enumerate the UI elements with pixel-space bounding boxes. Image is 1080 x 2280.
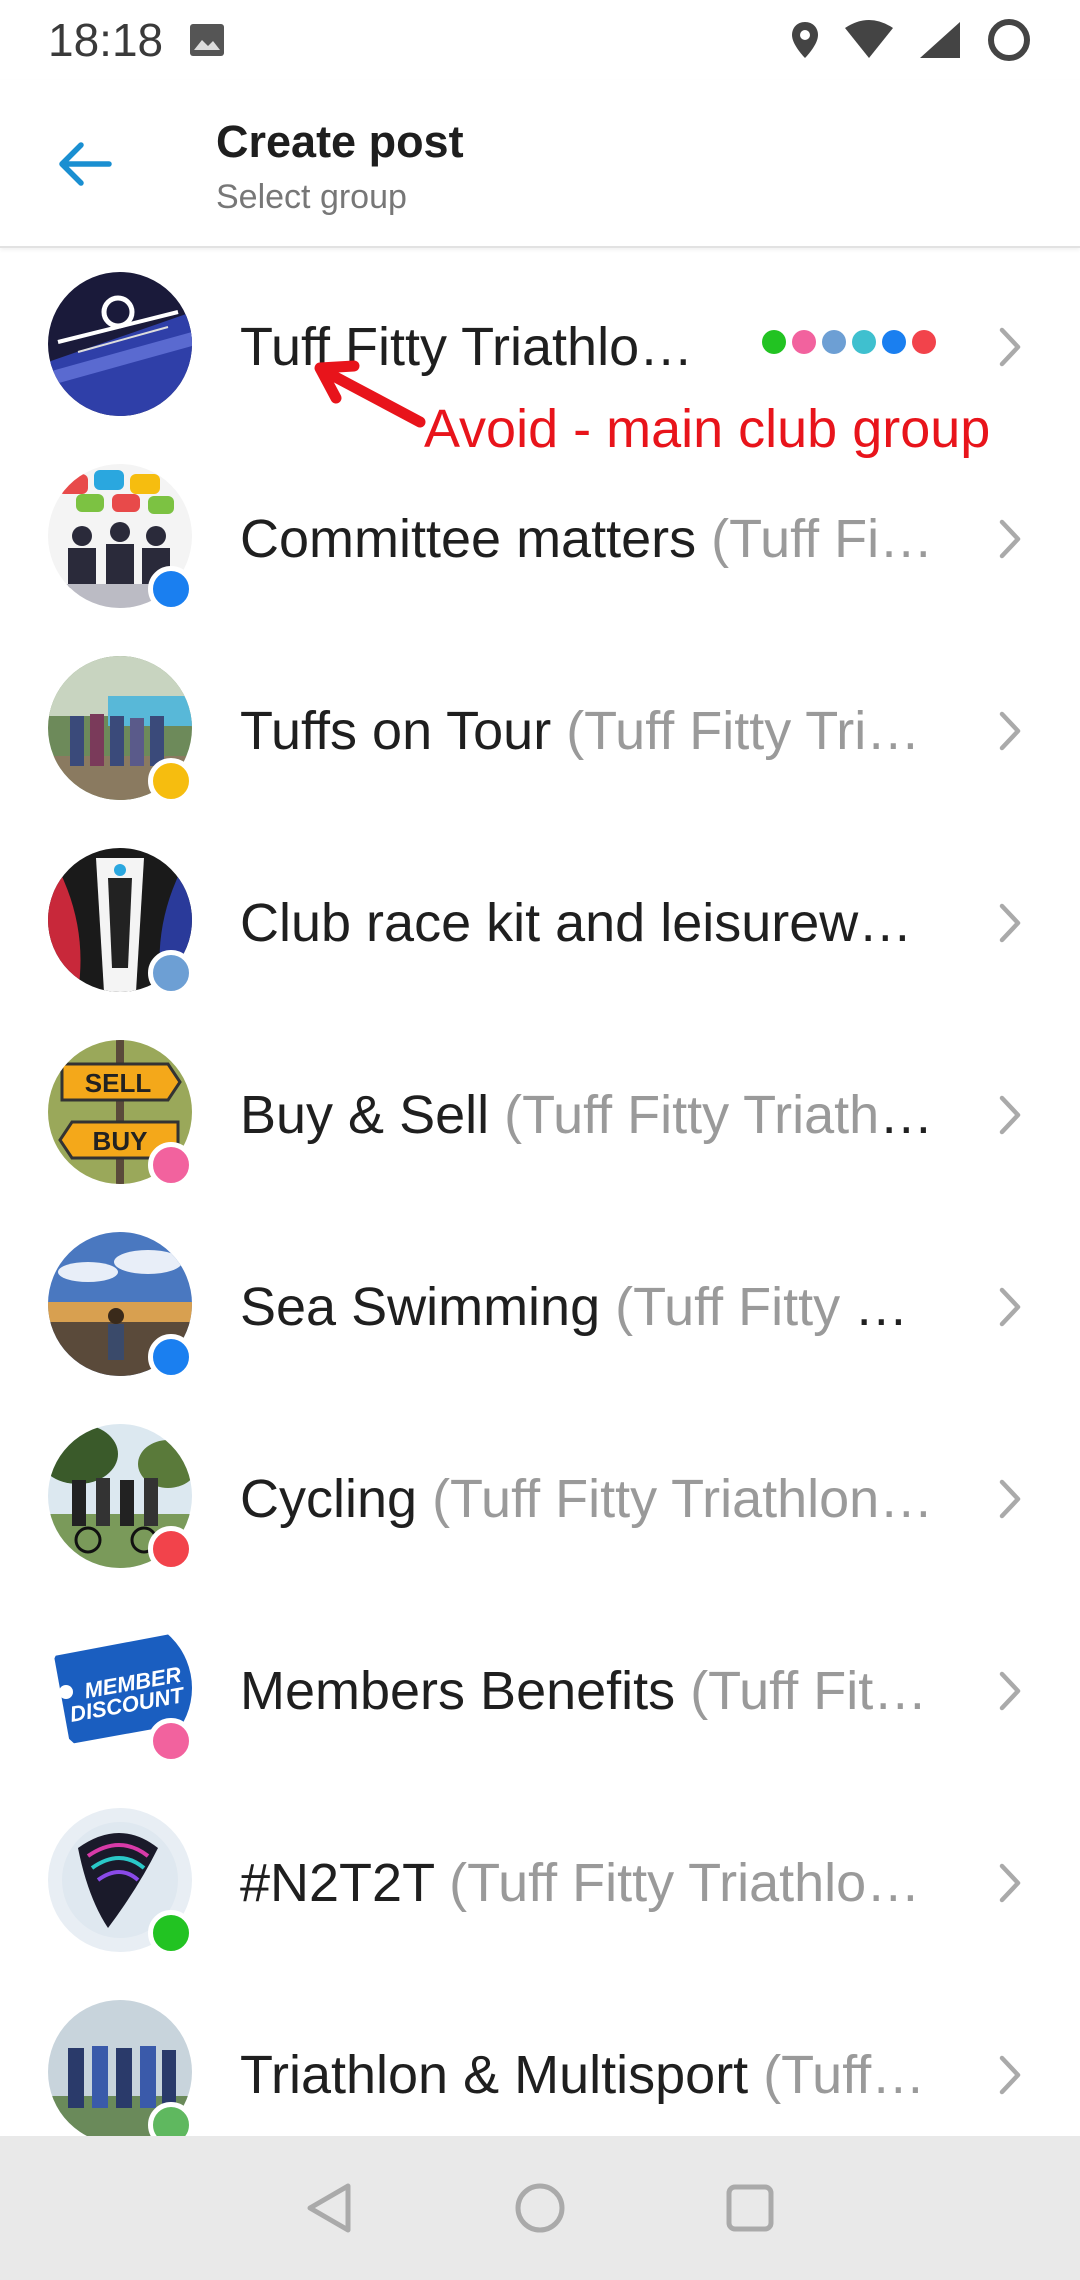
indicator-dot bbox=[792, 330, 816, 354]
group-parent: (Tuff Fitty Tri… bbox=[566, 701, 921, 761]
chevron-right-icon bbox=[999, 327, 1021, 367]
status-time: 18:18 bbox=[48, 14, 164, 66]
group-parent: (Tuff Fitty Triathlon… bbox=[432, 1469, 934, 1529]
group-avatar bbox=[48, 1232, 194, 1380]
back-triangle-icon[interactable] bbox=[300, 2178, 360, 2238]
group-color-dot bbox=[148, 1718, 194, 1764]
group-color-dot bbox=[148, 2102, 194, 2136]
sell-sign-text: SELL bbox=[85, 1068, 152, 1098]
group-avatar: SELL BUY bbox=[48, 1040, 194, 1188]
group-avatar bbox=[48, 272, 192, 416]
group-row[interactable]: Tuffs on Tour (Tuff Fitty Tri… bbox=[0, 634, 1080, 826]
gallery-icon bbox=[190, 24, 225, 56]
group-avatar bbox=[48, 2000, 194, 2136]
indicator-dot bbox=[762, 330, 786, 354]
group-avatar bbox=[48, 1424, 194, 1572]
chevron-right-icon bbox=[999, 1479, 1021, 1519]
group-avatar bbox=[48, 464, 194, 612]
indicator-dot bbox=[882, 330, 906, 354]
group-row[interactable]: Sea Swimming (Tuff Fitty T… bbox=[0, 1210, 1080, 1402]
indicator-dot bbox=[822, 330, 846, 354]
group-color-dot bbox=[148, 758, 194, 804]
group-parent: (Tuff Fitty T… bbox=[615, 1277, 940, 1337]
group-name: Tuffs on Tour bbox=[240, 701, 552, 761]
group-color-dot bbox=[148, 566, 194, 612]
group-avatar bbox=[48, 656, 194, 804]
group-row[interactable]: Tuff Fitty Triathlo… Avoid - main club g… bbox=[0, 250, 1080, 459]
group-parent: (Tuff… bbox=[763, 2045, 926, 2105]
group-row[interactable]: Triathlon & Multisport (Tuff… bbox=[0, 1978, 1080, 2136]
indicator-dot bbox=[852, 330, 876, 354]
group-row[interactable]: Committee matters (Tuff Fi… bbox=[0, 442, 1080, 634]
group-name: Members Benefits bbox=[240, 1661, 676, 1721]
club-logo-image bbox=[48, 272, 192, 416]
group-name: Tuff Fitty Triathlo… bbox=[240, 317, 694, 377]
recents-square-icon[interactable] bbox=[720, 2178, 780, 2238]
group-row[interactable]: #N2T2T (Tuff Fitty Triathlo… bbox=[0, 1786, 1080, 1978]
chevron-right-icon bbox=[999, 2055, 1021, 2095]
system-nav-bar bbox=[0, 2136, 1080, 2280]
chevron-right-icon bbox=[999, 711, 1021, 751]
group-name: Committee matters bbox=[240, 509, 697, 569]
group-name: Cycling bbox=[240, 1469, 418, 1529]
group-color-dot bbox=[148, 1910, 194, 1956]
chevron-right-icon bbox=[999, 1095, 1021, 1135]
group-name: #N2T2T bbox=[240, 1853, 435, 1913]
app-bar: Create post Select group bbox=[0, 80, 1080, 248]
group-color-dot bbox=[148, 1142, 194, 1188]
page-subtitle: Select group bbox=[216, 178, 407, 216]
group-row[interactable]: Cycling (Tuff Fitty Triathlon… bbox=[0, 1402, 1080, 1594]
group-avatar bbox=[48, 848, 194, 996]
home-circle-icon[interactable] bbox=[510, 2178, 570, 2238]
status-bar: 18:18 bbox=[0, 0, 1080, 80]
annotation-arrow-icon bbox=[314, 360, 426, 428]
group-color-dot bbox=[148, 1334, 194, 1380]
group-parent: (Tuff Fi… bbox=[711, 509, 934, 569]
wifi-icon bbox=[845, 20, 893, 58]
group-color-indicators bbox=[762, 330, 936, 354]
chevron-right-icon bbox=[999, 519, 1021, 559]
group-row[interactable]: SELL BUY Buy & Sell (Tuff Fitty Triathl… bbox=[0, 1018, 1080, 1210]
group-avatar: MEMBER DISCOUNT bbox=[48, 1616, 194, 1764]
indicator-dot bbox=[912, 330, 936, 354]
back-arrow-icon bbox=[59, 142, 112, 186]
group-name: Sea Swimming bbox=[240, 1277, 601, 1337]
group-parent: (Tuff Fit… bbox=[690, 1661, 928, 1721]
back-button[interactable] bbox=[40, 124, 130, 204]
group-name: Triathlon & Multisport bbox=[240, 2045, 749, 2105]
buy-sign-text: BUY bbox=[93, 1126, 148, 1156]
chevron-right-icon bbox=[999, 903, 1021, 943]
group-row[interactable]: MEMBER DISCOUNT Members Benefits (Tuff F… bbox=[0, 1594, 1080, 1786]
battery-icon bbox=[988, 19, 1030, 61]
chevron-right-icon bbox=[999, 1287, 1021, 1327]
location-icon bbox=[792, 22, 818, 58]
group-list: Tuff Fitty Triathlo… Avoid - main club g… bbox=[0, 250, 1080, 2136]
signal-icon bbox=[920, 22, 960, 58]
group-parent: (Tuff Fitty Triathl… bbox=[504, 1085, 940, 1145]
chevron-right-icon bbox=[999, 1671, 1021, 1711]
group-name: Buy & Sell bbox=[240, 1085, 490, 1145]
group-avatar bbox=[48, 1808, 194, 1956]
group-color-dot bbox=[148, 1526, 194, 1572]
group-color-dot bbox=[148, 950, 194, 996]
page-title: Create post bbox=[216, 116, 464, 167]
group-row[interactable]: Club race kit and leisurewe… bbox=[0, 826, 1080, 1018]
chevron-right-icon bbox=[999, 1863, 1021, 1903]
group-name: Club race kit and leisurewe… bbox=[240, 893, 940, 953]
group-parent: (Tuff Fitty Triathlo… bbox=[449, 1853, 921, 1913]
